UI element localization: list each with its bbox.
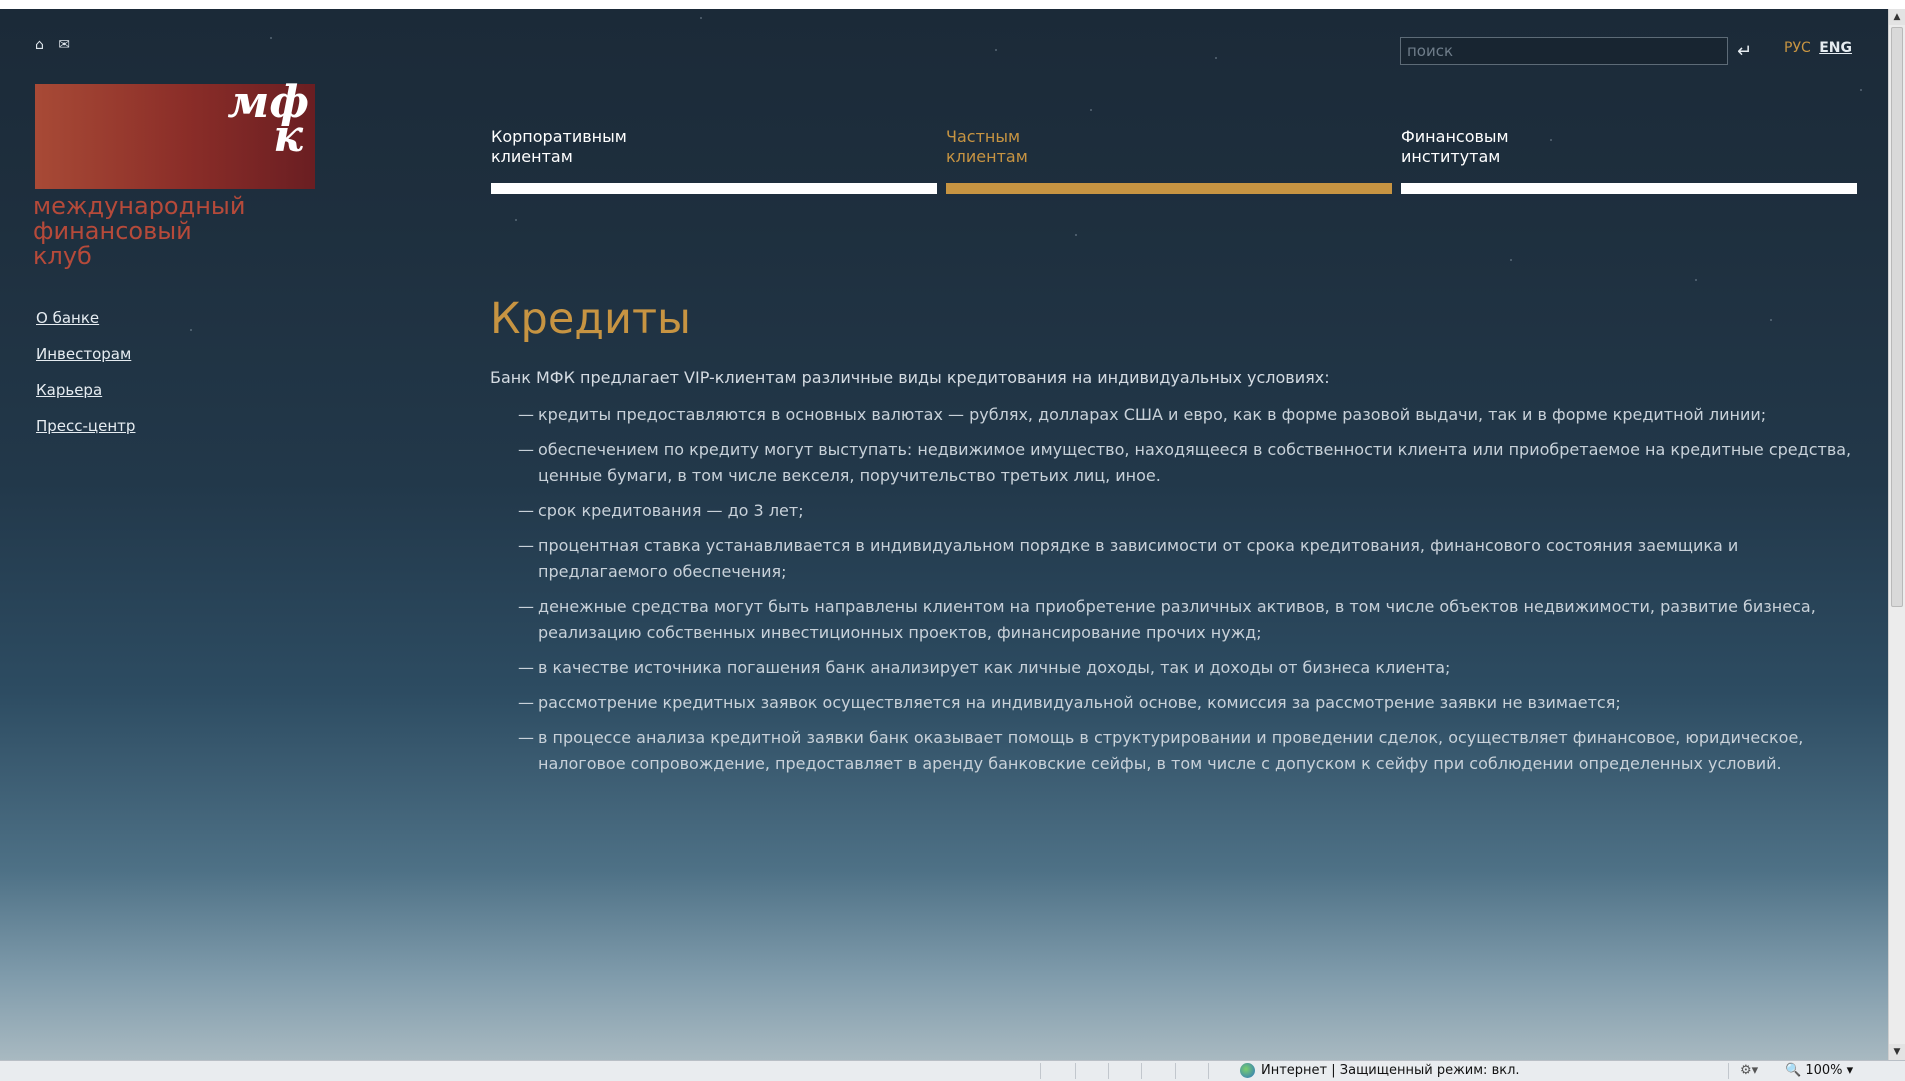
list-item-text: рассмотрение кредитных заявок осуществля… (538, 693, 1621, 712)
star (995, 49, 997, 51)
tab-label-line1: Корпоративным (491, 127, 627, 146)
logo-text-line2: финансовый (33, 217, 192, 245)
enter-icon[interactable]: ↵ (1737, 41, 1752, 62)
dash: — (518, 405, 534, 424)
tab-bar (491, 183, 937, 194)
list-item: — процентная ставка устанавливается в инд… (518, 533, 1860, 585)
scrollbar-thumb[interactable] (1891, 27, 1903, 607)
home-icon[interactable]: ⌂ (35, 37, 44, 53)
statusbar-divider (1728, 1063, 1729, 1079)
dash: — (518, 536, 534, 555)
logo-text-line1: международный (33, 192, 246, 220)
sidebar-item-press[interactable]: Пресс-центр (36, 417, 135, 453)
list-item-text: денежные средства могут быть направлены … (538, 597, 1816, 642)
logo-text[interactable]: международный финансовый клуб (33, 194, 245, 269)
dash: — (518, 440, 534, 459)
list-item: — рассмотрение кредитных заявок осуществл… (518, 690, 1860, 716)
list-item-text: в качестве источника погашения банк анал… (538, 658, 1451, 677)
tab-label-line1: Финансовым (1401, 127, 1509, 146)
mail-icon[interactable]: ✉ (58, 37, 70, 53)
scroll-down-icon[interactable]: ▼ (1889, 1044, 1905, 1060)
search-input[interactable] (1400, 37, 1728, 65)
list-item: — в процессе анализа кредитной заявки бан… (518, 725, 1860, 777)
list-item-text: процентная ставка устанавливается в инди… (538, 536, 1739, 581)
security-zone[interactable]: Интернет | Защищенный режим: вкл. (1240, 1063, 1520, 1078)
tab-label-line1: Частным (946, 127, 1021, 146)
zone-text: Интернет | Защищенный режим: вкл. (1261, 1063, 1520, 1078)
star (1550, 139, 1552, 141)
list-item: — денежные средства могут быть направлены… (518, 594, 1860, 646)
star (1695, 279, 1697, 281)
intro-text: Банк МФК предлагает VIP-клиентам различн… (490, 368, 1330, 387)
list-item-text: срок кредитования — до 3 лет; (538, 501, 804, 520)
star (515, 219, 517, 221)
tab-label-line2: клиентам (946, 147, 1028, 166)
dash: — (518, 728, 534, 747)
tab-label-line2: клиентам (491, 147, 573, 166)
statusbar-divider (1075, 1063, 1076, 1079)
star (1510, 259, 1512, 261)
sidebar-item-investors[interactable]: Инвесторам (36, 345, 135, 381)
scroll-up-icon[interactable]: ▲ (1889, 9, 1905, 25)
zoom-level: 100% (1805, 1063, 1843, 1078)
list-item-text: обеспечением по кредиту могут выступать:… (538, 440, 1852, 485)
tab-private[interactable]: Частным клиентам (946, 127, 1392, 194)
sidebar-item-career[interactable]: Карьера (36, 381, 135, 417)
lang-en-link[interactable]: ENG (1819, 40, 1852, 56)
dash: — (518, 658, 534, 677)
dash: — (518, 693, 534, 712)
main-content: Кредиты Банк МФК предлагает VIP-клиентам… (490, 294, 1860, 786)
zoom-control[interactable]: 🔍 100% ▾ (1785, 1063, 1853, 1078)
statusbar-divider (1108, 1063, 1109, 1079)
list-item: — обеспечением по кредиту могут выступать… (518, 437, 1860, 489)
tab-bar-active (946, 183, 1392, 194)
tab-bar (1401, 183, 1857, 194)
vertical-scrollbar[interactable]: ▲ ▼ (1888, 9, 1905, 1060)
statusbar-divider (1175, 1063, 1176, 1079)
sidebar-item-about[interactable]: О банке (36, 309, 135, 345)
conditions-list: — кредиты предоставляются в основных валю… (490, 402, 1860, 777)
logo-text-line3: клуб (33, 242, 92, 270)
list-item: — кредиты предоставляются в основных валю… (518, 402, 1860, 428)
dash: — (518, 597, 534, 616)
top-icons: ⌂ ✉ (35, 37, 80, 53)
star (270, 37, 272, 39)
globe-icon (1240, 1063, 1255, 1078)
star (190, 329, 192, 331)
protected-mode-icon[interactable]: ⚙▾ (1740, 1063, 1758, 1078)
tab-financial-institutions[interactable]: Финансовым институтам (1401, 127, 1857, 194)
browser-statusbar: Интернет | Защищенный режим: вкл. ⚙▾ 🔍 1… (0, 1060, 1905, 1081)
lang-ru-link[interactable]: РУС (1784, 40, 1811, 56)
list-item: — срок кредитования — до 3 лет; (518, 498, 1860, 524)
statusbar-divider (1040, 1063, 1041, 1079)
statusbar-divider (1208, 1063, 1209, 1079)
star (1860, 89, 1862, 91)
page-title: Кредиты (490, 294, 691, 344)
page-viewport: ⌂ ✉ ↵ РУС ENG мфк международный финансов… (0, 9, 1888, 1060)
list-item-text: кредиты предоставляются в основных валют… (538, 405, 1767, 424)
dash: — (518, 501, 534, 520)
list-item-text: в процессе анализа кредитной заявки банк… (538, 728, 1804, 773)
star (1075, 234, 1077, 236)
tab-label-line2: институтам (1401, 147, 1501, 166)
logo[interactable]: мф к (35, 77, 315, 189)
statusbar-divider (1141, 1063, 1142, 1079)
tab-corporate[interactable]: Корпоративным клиентам (491, 127, 937, 194)
star (700, 17, 702, 19)
star (1090, 109, 1092, 111)
sidebar-nav: О банке Инвесторам Карьера Пресс-центр (36, 309, 135, 453)
star (1215, 57, 1217, 59)
language-switcher: РУС ENG (1784, 40, 1852, 56)
logo-mark: мф к (227, 77, 309, 162)
list-item: — в качестве источника погашения банк ана… (518, 655, 1860, 681)
